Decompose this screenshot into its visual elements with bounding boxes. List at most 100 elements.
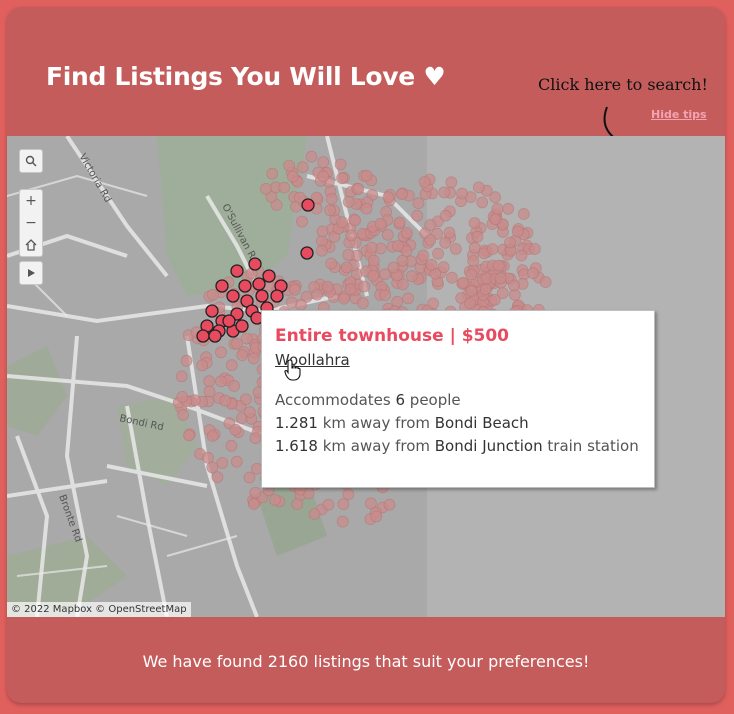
highlighted-listing-marker[interactable] [196, 329, 210, 343]
listing-marker[interactable] [225, 439, 238, 452]
listing-marker[interactable] [249, 486, 262, 499]
listing-marker[interactable] [387, 261, 400, 274]
listing-marker[interactable] [325, 257, 338, 270]
highlighted-listing-marker[interactable] [252, 277, 266, 291]
listing-marker[interactable] [395, 188, 408, 200]
listing-marker[interactable] [489, 213, 502, 226]
listing-marker[interactable] [230, 337, 243, 350]
highlighted-listing-marker[interactable] [262, 269, 276, 283]
listing-marker[interactable] [424, 219, 437, 231]
listing-marker[interactable] [412, 197, 425, 210]
listing-marker[interactable] [381, 228, 394, 241]
listing-marker[interactable] [211, 471, 224, 484]
listing-marker[interactable] [356, 297, 369, 310]
highlighted-listing-marker[interactable] [222, 314, 236, 328]
listing-marker[interactable] [176, 390, 189, 403]
listing-marker[interactable] [317, 156, 330, 169]
listing-marker[interactable] [216, 457, 229, 469]
listing-marker[interactable] [411, 209, 424, 222]
zoom-in-icon[interactable]: + [20, 190, 42, 212]
listing-marker[interactable] [206, 288, 219, 301]
listing-marker[interactable] [401, 227, 413, 239]
listing-marker[interactable] [342, 249, 355, 261]
listing-marker[interactable] [504, 236, 516, 249]
highlighted-listing-marker[interactable] [230, 264, 244, 278]
highlighted-listing-marker[interactable] [235, 319, 249, 333]
listing-marker[interactable] [425, 258, 438, 271]
listing-marker[interactable] [468, 217, 481, 229]
listing-marker[interactable] [325, 193, 338, 205]
listing-marker[interactable] [449, 243, 462, 255]
play-icon[interactable] [20, 262, 42, 284]
listing-marker[interactable] [296, 215, 308, 228]
listing-marker[interactable] [383, 498, 396, 511]
listing-marker[interactable] [370, 510, 383, 523]
listing-marker[interactable] [259, 183, 272, 195]
listing-marker[interactable] [206, 430, 219, 442]
listing-marker[interactable] [511, 225, 524, 238]
listing-marker[interactable] [342, 488, 355, 501]
listing-marker[interactable] [336, 172, 349, 185]
listing-marker[interactable] [308, 508, 321, 520]
listings-map[interactable]: Victoria Rd O'Sullivan Rd Bondi Rd Bront… [7, 136, 725, 617]
listing-marker[interactable] [439, 236, 452, 249]
listing-marker[interactable] [249, 432, 262, 445]
listing-marker[interactable] [225, 359, 238, 372]
listing-marker[interactable] [358, 280, 371, 293]
highlighted-listing-marker[interactable] [226, 289, 240, 303]
listing-marker[interactable] [486, 243, 499, 255]
listing-marker[interactable] [418, 176, 431, 188]
zoom-out-icon[interactable]: − [20, 212, 42, 234]
listing-marker[interactable] [296, 161, 309, 174]
listing-marker[interactable] [467, 255, 480, 267]
listing-marker[interactable] [476, 196, 489, 209]
listing-marker[interactable] [437, 261, 450, 274]
listing-marker[interactable] [417, 249, 430, 262]
listing-marker[interactable] [446, 271, 458, 284]
listing-marker[interactable] [529, 243, 541, 255]
listing-marker[interactable] [360, 169, 373, 182]
listing-marker[interactable] [457, 276, 470, 289]
listing-marker[interactable] [445, 176, 458, 189]
listing-marker[interactable] [527, 267, 539, 280]
listing-marker[interactable] [247, 352, 260, 365]
listing-marker[interactable] [228, 379, 241, 392]
listing-marker[interactable] [239, 393, 252, 406]
listing-marker[interactable] [345, 229, 358, 242]
listing-marker[interactable] [508, 279, 520, 292]
listing-marker[interactable] [286, 170, 299, 183]
listing-marker[interactable] [243, 471, 256, 484]
listing-marker[interactable] [338, 292, 350, 305]
listing-marker[interactable] [465, 284, 478, 297]
map-attribution[interactable]: © 2022 Mapbox © OpenStreetMap [7, 602, 191, 617]
listing-marker[interactable] [352, 183, 365, 195]
listing-marker[interactable] [230, 455, 243, 468]
highlighted-listing-marker[interactable] [301, 198, 315, 212]
listing-marker[interactable] [243, 406, 256, 419]
listing-marker[interactable] [175, 370, 188, 383]
listing-marker[interactable] [324, 204, 337, 217]
listing-marker[interactable] [424, 234, 437, 246]
listing-marker[interactable] [344, 283, 357, 296]
listing-marker[interactable] [367, 269, 380, 282]
listing-marker[interactable] [382, 191, 395, 204]
listing-marker[interactable] [396, 278, 409, 291]
listing-marker[interactable] [379, 289, 392, 302]
listing-marker[interactable] [465, 268, 478, 281]
listing-marker[interactable] [439, 209, 452, 222]
highlighted-listing-marker[interactable] [248, 257, 262, 271]
home-icon[interactable] [20, 234, 42, 256]
listing-marker[interactable] [517, 208, 530, 220]
listing-marker[interactable] [456, 187, 469, 200]
listing-marker[interactable] [464, 297, 476, 310]
listing-marker[interactable] [177, 409, 190, 421]
highlighted-listing-marker[interactable] [205, 304, 219, 318]
listing-marker[interactable] [305, 150, 318, 163]
listing-marker[interactable] [203, 385, 216, 398]
highlighted-listing-marker[interactable] [255, 289, 269, 303]
listing-marker[interactable] [183, 429, 195, 442]
listing-marker[interactable] [365, 241, 378, 254]
listing-marker[interactable] [402, 292, 415, 305]
listing-marker[interactable] [229, 423, 242, 436]
listing-marker[interactable] [515, 249, 528, 262]
